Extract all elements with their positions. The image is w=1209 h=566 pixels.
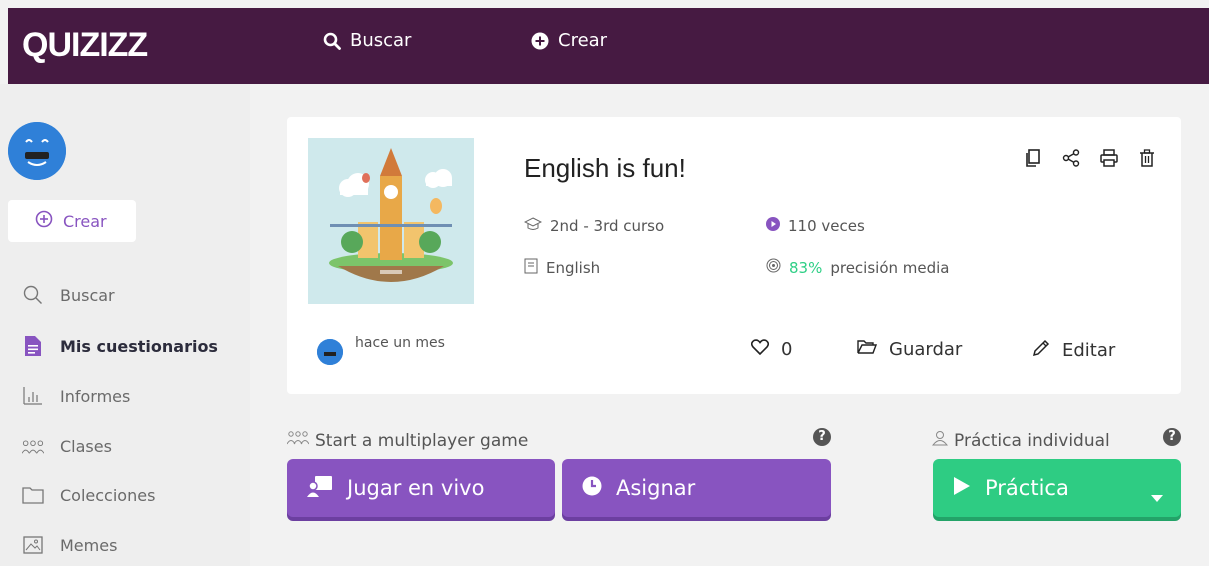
folder-icon bbox=[22, 484, 44, 506]
document-icon bbox=[22, 335, 44, 357]
sidebar-item-label: Colecciones bbox=[60, 485, 156, 505]
sidebar-create-button[interactable]: Crear bbox=[8, 200, 136, 242]
search-icon bbox=[323, 32, 341, 50]
assign-button[interactable]: Asignar bbox=[562, 459, 831, 517]
sidebar-create-label: Crear bbox=[63, 211, 107, 231]
graduation-cap-icon bbox=[523, 217, 543, 235]
quiz-accuracy: 83% precisión media bbox=[766, 258, 950, 277]
edit-label: Editar bbox=[1062, 340, 1116, 361]
quiz-grade: 2nd - 3rd curso bbox=[523, 217, 665, 235]
quiz-created-time: hace un mes bbox=[355, 335, 445, 351]
plus-circle-icon bbox=[531, 32, 549, 50]
user-icon bbox=[931, 430, 949, 451]
nav-create-button[interactable]: Crear bbox=[531, 30, 607, 51]
pencil-icon bbox=[1032, 339, 1050, 362]
live-game-button[interactable]: Jugar en vivo bbox=[287, 459, 555, 517]
folder-open-icon bbox=[857, 339, 878, 360]
quiz-title[interactable]: English is fun! bbox=[524, 153, 686, 184]
quiz-subject-text: English bbox=[546, 259, 601, 277]
copy-icon[interactable] bbox=[1023, 147, 1043, 169]
quiz-plays: 110 veces bbox=[766, 217, 865, 235]
assign-label: Asignar bbox=[616, 476, 696, 500]
practice-button[interactable]: Práctica bbox=[933, 459, 1181, 517]
quiz-tools bbox=[1023, 147, 1157, 169]
sidebar-item-label: Informes bbox=[60, 386, 131, 406]
quiz-accuracy-label: precisión media bbox=[830, 258, 950, 277]
quiz-card: English is fun! 2nd - 3rd curso English … bbox=[287, 117, 1181, 394]
sidebar-item-clases[interactable]: Clases bbox=[22, 435, 112, 457]
book-icon bbox=[524, 258, 538, 278]
nav-search-label: Buscar bbox=[350, 30, 412, 51]
print-icon[interactable] bbox=[1099, 147, 1119, 169]
quizizz-logo[interactable]: QUIZIZZ bbox=[22, 26, 148, 65]
edit-button[interactable]: Editar bbox=[1032, 339, 1115, 362]
practice-heading: Práctica individual bbox=[931, 430, 1110, 451]
live-game-label: Jugar en vivo bbox=[347, 476, 485, 500]
sidebar-item-colecciones[interactable]: Colecciones bbox=[22, 484, 155, 506]
quiz-accuracy-value: 83% bbox=[789, 258, 823, 277]
author-avatar[interactable] bbox=[317, 339, 343, 365]
share-icon[interactable] bbox=[1061, 147, 1081, 169]
like-button[interactable]: 0 bbox=[750, 339, 793, 360]
sidebar-item-label: Memes bbox=[60, 535, 118, 555]
top-bar: QUIZIZZ Buscar Crear bbox=[8, 8, 1209, 84]
nav-search-button[interactable]: Buscar bbox=[323, 30, 411, 51]
sidebar-item-label: Clases bbox=[60, 436, 112, 456]
avatar[interactable] bbox=[8, 122, 66, 180]
quiz-thumbnail[interactable] bbox=[308, 138, 474, 304]
multiplayer-heading: Start a multiplayer game bbox=[286, 430, 529, 451]
sidebar-item-label: Mis cuestionarios bbox=[60, 336, 218, 356]
sidebar-item-buscar[interactable]: Buscar bbox=[22, 284, 115, 306]
multiplayer-help-icon[interactable]: ? bbox=[813, 428, 831, 446]
image-icon bbox=[22, 534, 44, 556]
sidebar-item-memes[interactable]: Memes bbox=[22, 534, 117, 556]
quiz-subject: English bbox=[524, 258, 600, 278]
quiz-plays-text: 110 veces bbox=[788, 217, 865, 235]
delete-icon[interactable] bbox=[1137, 147, 1157, 169]
sidebar-item-mis-cuestionarios[interactable]: Mis cuestionarios bbox=[22, 335, 218, 357]
users-icon bbox=[22, 435, 44, 457]
sidebar-item-label: Buscar bbox=[60, 285, 115, 305]
practice-help-icon[interactable]: ? bbox=[1163, 428, 1181, 446]
save-label: Guardar bbox=[889, 339, 963, 360]
quiz-author: hace un mes bbox=[317, 335, 445, 365]
play-circle-icon bbox=[766, 217, 780, 235]
heart-icon bbox=[750, 339, 770, 360]
plus-circle-icon bbox=[35, 210, 53, 232]
multiplayer-heading-text: Start a multiplayer game bbox=[315, 430, 529, 451]
save-button[interactable]: Guardar bbox=[857, 339, 962, 360]
quiz-grade-text: 2nd - 3rd curso bbox=[550, 217, 665, 235]
search-icon bbox=[22, 284, 44, 306]
users-icon bbox=[286, 430, 310, 451]
caret-down-icon[interactable] bbox=[1151, 484, 1163, 508]
practice-label: Práctica bbox=[985, 476, 1069, 500]
live-game-icon bbox=[307, 475, 333, 502]
practice-heading-text: Práctica individual bbox=[954, 430, 1110, 451]
clock-icon bbox=[582, 476, 602, 501]
sidebar-item-informes[interactable]: Informes bbox=[22, 385, 130, 407]
target-icon bbox=[766, 258, 781, 277]
like-count: 0 bbox=[781, 339, 793, 360]
nav-create-label: Crear bbox=[558, 30, 608, 51]
play-icon bbox=[953, 476, 971, 501]
bar-chart-icon bbox=[22, 385, 44, 407]
